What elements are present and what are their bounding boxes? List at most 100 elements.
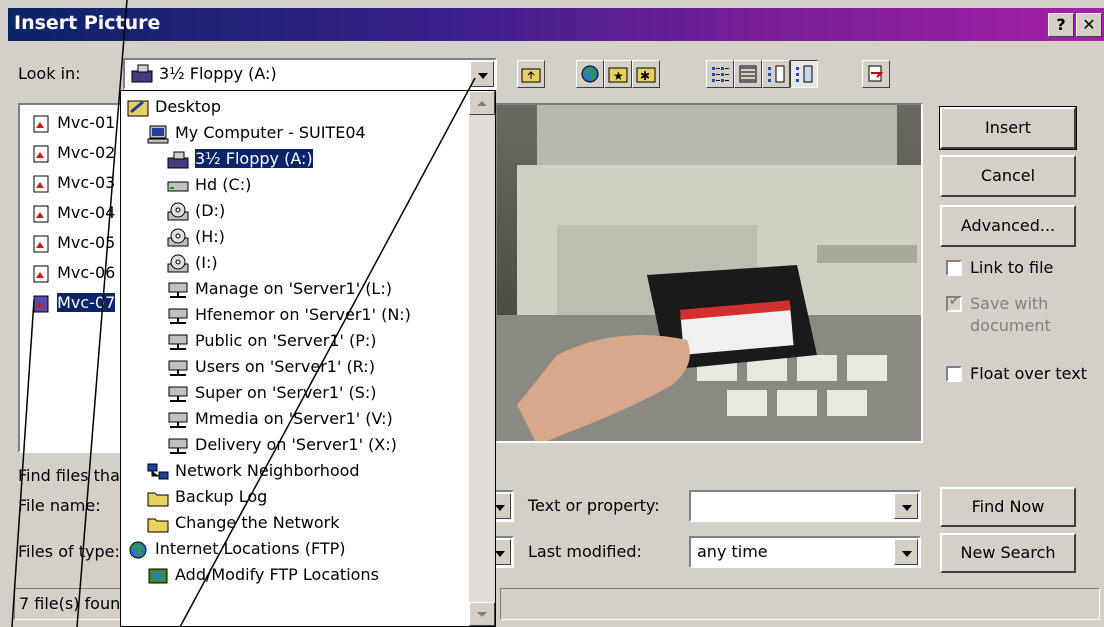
lookin-dropdown-button[interactable] — [470, 61, 494, 87]
dropdown-item-backup-log[interactable]: Backup Log — [147, 487, 267, 513]
network-drive-icon — [168, 308, 188, 324]
files-of-type-label: Files of type: — [18, 542, 120, 561]
dropdown-item-desktop[interactable]: Desktop — [127, 97, 221, 123]
save-with-document-checkbox — [946, 294, 962, 312]
cd-drive-icon — [167, 254, 189, 272]
picture-file-icon — [33, 295, 49, 312]
properties-view-button[interactable] — [762, 60, 790, 88]
list-item[interactable]: Mvc-02 — [32, 143, 115, 167]
chevron-up-icon — [477, 101, 487, 106]
network-drive-icon — [168, 386, 188, 402]
find-now-button[interactable]: Find Now — [940, 487, 1076, 527]
look-in-favorites-button[interactable]: ★ — [604, 60, 632, 88]
globe-icon — [581, 65, 599, 83]
picture-file-icon — [33, 205, 49, 222]
scroll-down-button[interactable] — [469, 602, 495, 626]
svg-text:★: ★ — [613, 69, 624, 83]
up-one-level-button[interactable] — [517, 60, 545, 88]
text-property-label: Text or property: — [528, 496, 660, 515]
status-panel-2 — [500, 588, 1100, 620]
list-item[interactable]: Mvc-03 — [32, 173, 115, 197]
picture-file-icon — [33, 145, 49, 162]
list-item[interactable]: Mvc-04 — [32, 203, 115, 227]
picture-file-icon — [33, 175, 49, 192]
folder-icon — [147, 492, 169, 506]
dropdown-item-i[interactable]: (I:) — [167, 253, 218, 279]
dropdown-item-manage[interactable]: Manage on 'Server1' (L:) — [167, 279, 392, 305]
insert-button[interactable]: Insert — [939, 106, 1077, 150]
title-bar[interactable]: Insert Picture ? ✕ — [8, 8, 1104, 41]
link-to-file-label: Link to file — [970, 258, 1054, 277]
text-property-combo[interactable] — [689, 490, 921, 522]
dropdown-item-super[interactable]: Super on 'Server1' (S:) — [167, 383, 377, 409]
text-property-dropdown-button[interactable] — [894, 493, 918, 519]
dropdown-item-h[interactable]: (H:) — [167, 227, 225, 253]
advanced-button[interactable]: Advanced... — [940, 205, 1076, 247]
dropdown-item-public[interactable]: Public on 'Server1' (P:) — [167, 331, 377, 357]
cancel-button[interactable]: Cancel — [940, 155, 1076, 197]
list-item[interactable]: Mvc-01 — [32, 113, 115, 137]
network-drive-icon — [168, 438, 188, 454]
close-button[interactable]: ✕ — [1076, 13, 1102, 37]
folder-icon — [147, 518, 169, 532]
last-modified-value: any time — [697, 542, 768, 561]
scroll-up-button[interactable] — [469, 91, 495, 115]
desktop-icon — [127, 100, 149, 116]
dropdown-item-add-modify-ftp[interactable]: Add/Modify FTP Locations — [147, 565, 379, 591]
save-with-document-label-1: Save with — [970, 294, 1049, 313]
search-web-button[interactable] — [576, 60, 604, 88]
dropdown-scrollbar[interactable] — [469, 91, 495, 626]
network-drive-icon — [168, 282, 188, 298]
up-folder-icon — [521, 68, 541, 83]
last-modified-label: Last modified: — [528, 542, 642, 561]
dropdown-item-change-network[interactable]: Change the Network — [147, 513, 340, 539]
lookin-combo[interactable]: 3½ Floppy (A:) — [123, 58, 497, 90]
favorites-icon: ★ — [608, 67, 628, 83]
details-view-icon — [739, 65, 757, 83]
new-search-button[interactable]: New Search — [940, 533, 1076, 573]
lookin-label: Look in: — [18, 64, 81, 83]
network-drive-icon — [168, 334, 188, 350]
dropdown-item-network-neighborhood[interactable]: Network Neighborhood — [147, 461, 360, 487]
network-drive-icon — [168, 360, 188, 376]
float-over-text-checkbox[interactable] — [946, 366, 962, 382]
lookin-value: 3½ Floppy (A:) — [159, 64, 277, 83]
dropdown-item-hd[interactable]: Hd (C:) — [167, 175, 251, 201]
preview-photo — [497, 105, 921, 441]
dropdown-item-floppy[interactable]: 3½ Floppy (A:) — [167, 148, 314, 175]
last-modified-combo[interactable]: any time — [689, 536, 921, 568]
ftp-icon — [148, 568, 168, 583]
list-view-button[interactable] — [706, 60, 734, 88]
lookin-dropdown-list[interactable]: Desktop My Computer - SUITE04 3½ Floppy … — [120, 90, 496, 627]
details-view-button[interactable] — [734, 60, 762, 88]
list-item[interactable]: Mvc-06 — [32, 263, 115, 287]
preview-view-icon — [796, 65, 813, 83]
dropdown-item-hfenemor[interactable]: Hfenemor on 'Server1' (N:) — [167, 305, 411, 331]
preview-view-button[interactable] — [790, 60, 818, 88]
dropdown-item-d[interactable]: (D:) — [167, 201, 225, 227]
last-modified-dropdown-button[interactable] — [894, 539, 918, 565]
picture-file-icon — [33, 265, 49, 282]
link-to-file-checkbox[interactable] — [946, 260, 962, 276]
commands-and-settings-button[interactable] — [862, 60, 890, 88]
computer-icon — [147, 125, 169, 143]
cd-drive-icon — [167, 228, 189, 246]
dropdown-item-delivery[interactable]: Delivery on 'Server1' (X:) — [167, 435, 397, 461]
globe-icon — [129, 541, 147, 558]
help-button[interactable]: ? — [1048, 13, 1074, 37]
chevron-down-icon — [477, 612, 487, 617]
insert-picture-dialog: Insert Picture ? ✕ Look in: 3½ Floppy (A… — [0, 0, 1104, 627]
floppy-drive-icon — [167, 151, 189, 168]
add-to-favorites-button[interactable]: ✱ — [632, 60, 660, 88]
dropdown-item-my-computer[interactable]: My Computer - SUITE04 — [147, 123, 366, 149]
floppy-drive-icon — [131, 64, 153, 83]
list-item-selected[interactable]: Mvc-07 — [32, 293, 116, 317]
dropdown-item-users[interactable]: Users on 'Server1' (R:) — [167, 357, 375, 383]
dropdown-item-internet-locations[interactable]: Internet Locations (FTP) — [127, 539, 346, 565]
dialog-title: Insert Picture — [14, 12, 161, 34]
list-item[interactable]: Mvc-05 — [32, 233, 115, 257]
properties-view-icon — [768, 65, 785, 83]
float-over-text-label: Float over text — [970, 364, 1087, 383]
dropdown-item-mmedia[interactable]: Mmedia on 'Server1' (V:) — [167, 409, 393, 435]
svg-text:✱: ✱ — [640, 69, 650, 83]
